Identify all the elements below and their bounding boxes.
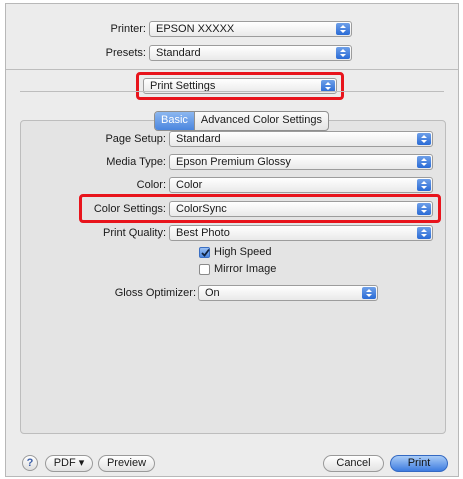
media-type-value: Epson Premium Glossy (176, 156, 291, 168)
print-quality-value: Best Photo (176, 227, 230, 239)
page-setup-popup[interactable]: Standard (169, 131, 433, 147)
tab-basic[interactable]: Basic (155, 112, 194, 130)
color-popup[interactable]: Color (169, 177, 433, 193)
popup-arrows-icon (336, 23, 350, 35)
gloss-optimizer-label: Gloss Optimizer: (114, 287, 196, 299)
color-label: Color: (136, 179, 166, 191)
mirror-image-checkbox[interactable]: Mirror Image (199, 263, 276, 275)
high-speed-label: High Speed (214, 246, 272, 258)
presets-value: Standard (156, 47, 201, 59)
popup-arrows-icon (417, 133, 431, 145)
separator (20, 91, 444, 92)
mirror-image-label: Mirror Image (214, 263, 277, 275)
tab-bar: Basic Advanced Color Settings (154, 111, 329, 131)
checkmark-icon (199, 246, 210, 258)
gloss-optimizer-popup[interactable]: On (198, 285, 378, 301)
page-setup-value: Standard (176, 133, 221, 145)
presets-popup[interactable]: Standard (149, 45, 352, 61)
printer-label: Printer: (110, 23, 146, 35)
media-type-popup[interactable]: Epson Premium Glossy (169, 154, 433, 170)
highlight-color-settings (79, 194, 441, 223)
cancel-button[interactable]: Cancel (323, 455, 384, 472)
printer-popup[interactable]: EPSON XXXXX (149, 21, 352, 37)
popup-arrows-icon (336, 47, 350, 59)
presets-label: Presets: (105, 47, 146, 59)
print-button[interactable]: Print (390, 455, 448, 472)
help-button[interactable]: ? (22, 455, 38, 471)
separator (6, 69, 458, 70)
checkbox-empty-icon (199, 263, 210, 275)
popup-arrows-icon (417, 227, 431, 239)
print-dialog: Printer: EPSON XXXXX Presets: Standard P… (5, 3, 459, 477)
pdf-menu-button[interactable]: PDF ▾ (45, 455, 93, 472)
popup-arrows-icon (417, 179, 431, 191)
print-quality-label: Print Quality: (103, 227, 166, 239)
print-quality-popup[interactable]: Best Photo (169, 225, 433, 241)
popup-arrows-icon (362, 287, 376, 299)
page-setup-label: Page Setup: (105, 133, 166, 145)
color-value: Color (176, 179, 203, 191)
preview-button[interactable]: Preview (98, 455, 155, 472)
printer-value: EPSON XXXXX (156, 23, 235, 35)
popup-arrows-icon (417, 156, 431, 168)
highlight-panel-menu (136, 72, 344, 100)
media-type-label: Media Type: (106, 156, 166, 168)
high-speed-checkbox[interactable]: High Speed (199, 246, 272, 258)
tab-advanced-color-settings[interactable]: Advanced Color Settings (193, 112, 328, 130)
gloss-optimizer-value: On (205, 287, 220, 299)
